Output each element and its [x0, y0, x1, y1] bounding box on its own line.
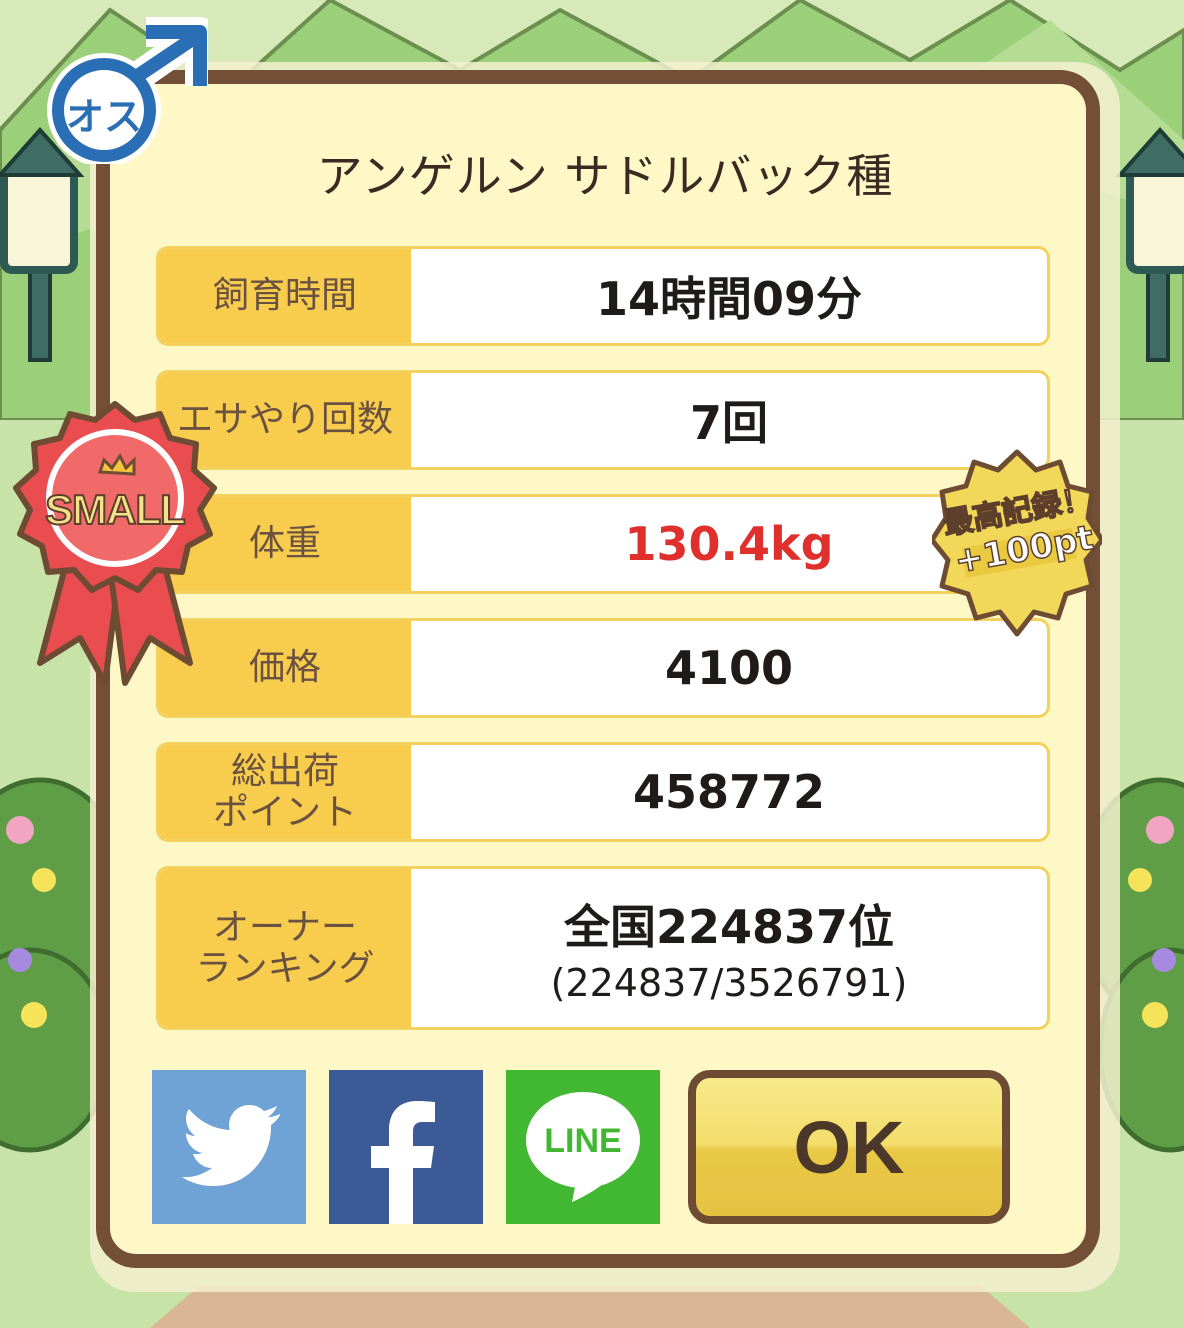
twitter-bird-icon [182, 1105, 280, 1186]
twitter-share-button[interactable] [152, 1070, 306, 1224]
small-ribbon-badge [13, 401, 217, 686]
total-shipping-points-value: 458772 [632, 765, 826, 819]
owner-ranking-label: オーナー ランキング [159, 869, 411, 1027]
raising-time-value: 14時間09分 [595, 272, 863, 326]
line-share-button[interactable]: LINE [506, 1070, 660, 1224]
breed-title: アンゲルン サドルバック種 [316, 149, 894, 203]
small-ribbon-label: SMALL [44, 485, 187, 534]
row-total-shipping-points: 総出荷 ポイント 458772 [156, 742, 1050, 842]
raising-time-label: 飼育時間 [159, 249, 411, 343]
owner-ranking-value-group: 全国224837位 (224837/3526791) [411, 869, 1047, 1027]
owner-ranking-value: 全国224837位 [563, 900, 895, 954]
gender-badge-label: オス [65, 95, 142, 139]
row-weight: 体重 130.4kg [156, 494, 1050, 594]
facebook-f-icon [371, 1101, 435, 1224]
row-feeding-count: エサやり回数 7回 [156, 370, 1050, 470]
row-price: 価格 4100 [156, 618, 1050, 718]
row-owner-ranking: オーナー ランキング 全国224837位 (224837/3526791) [156, 866, 1050, 1030]
owner-ranking-label-line1: オーナー [212, 906, 357, 948]
owner-ranking-label-line2: ランキング [195, 948, 375, 989]
total-shipping-points-label-line1: 総出荷 [230, 750, 339, 792]
owner-ranking-fraction: (224837/3526791) [550, 961, 908, 1005]
total-shipping-points-label: 総出荷 ポイント [159, 745, 411, 839]
row-raising-time: 飼育時間 14時間09分 [156, 246, 1050, 346]
facebook-share-button[interactable] [329, 1070, 483, 1224]
ok-button[interactable]: OK [688, 1070, 1010, 1224]
line-button-label: LINE [544, 1122, 622, 1160]
total-shipping-points-label-line2: ポイント [212, 792, 357, 833]
